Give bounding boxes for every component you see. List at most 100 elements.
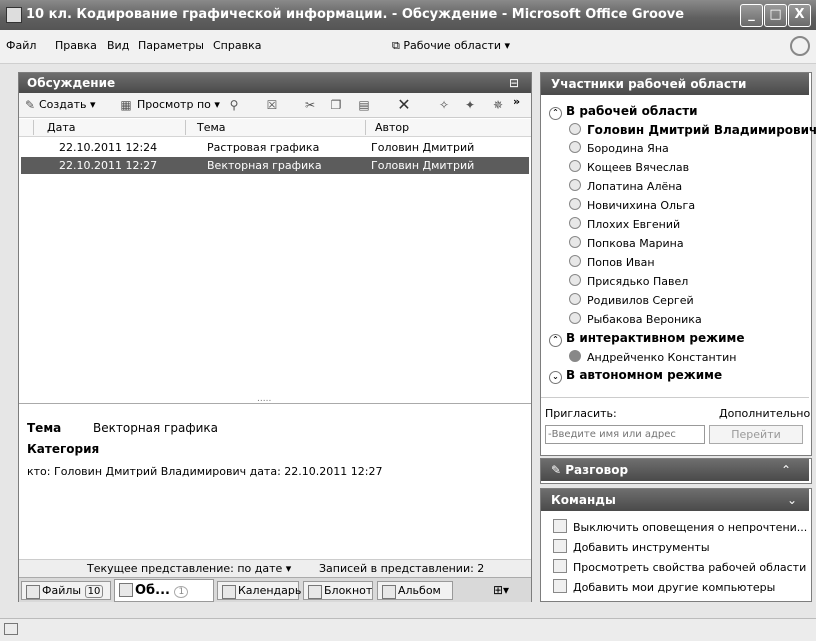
discussion-toolbar: ✎ Создать ▾ ▦ Просмотр по ▾ ⚲ ☒ ✂ ❐ ▤ ✕ … [19,93,531,118]
expand-icon[interactable]: ⌃ [781,463,791,477]
row-author: Головин Дмитрий [371,159,475,172]
mark-read-icon[interactable]: ✧ [437,98,451,112]
member-item[interactable]: Плохих Евгений [569,217,680,231]
status-bar [0,618,816,641]
member-name: Лопатина Алёна [587,180,683,193]
tab-notepad[interactable]: Блокнот [303,581,373,600]
member-item[interactable]: Кощеев Вячеслав [569,160,689,174]
column-topic[interactable]: Тема [197,121,226,134]
paste-icon[interactable]: ▤ [357,98,371,112]
menu-help[interactable]: Справка [213,39,261,52]
discussion-icon [119,583,133,597]
member-item[interactable]: Присядько Павел [569,274,688,288]
column-author[interactable]: Автор [375,121,409,134]
status-icon[interactable] [4,623,18,635]
close-button[interactable]: X [788,4,811,27]
chat-panel: ✎ Разговор ⌃ [540,458,812,484]
menu-file[interactable]: Файл [6,39,36,52]
tab-files[interactable]: Файлы 10 [21,581,111,600]
member-item[interactable]: Родивилов Сергей [569,293,694,307]
invite-input[interactable] [545,425,705,444]
command-label: Выключить оповещения о непрочтени... [573,521,808,534]
pane-splitter[interactable]: ..... [19,394,531,408]
member-item[interactable]: Головин Дмитрий Владимирович [569,123,816,137]
close-search-icon[interactable]: ☒ [265,98,279,112]
member-item[interactable]: Бородина Яна [569,141,669,155]
member-name: Попов Иван [587,256,655,269]
workspaces-icon: ⧉ [392,39,404,52]
member-status-icon [569,274,581,286]
maximize-button[interactable]: □ [764,4,787,27]
command-item[interactable]: Добавить инструменты [553,539,710,554]
member-name: Попкова Марина [587,237,684,250]
member-item[interactable]: Рыбакова Вероника [569,312,702,326]
minimize-button[interactable]: _ [740,4,763,27]
members-panel: Участники рабочей области ⌃ В рабочей обл… [540,72,816,456]
files-icon [26,585,40,599]
tab-calendar-label: Календарь [238,584,302,597]
collapse-icon: ⌃ [549,334,562,347]
next-unread-icon[interactable]: ✵ [491,98,505,112]
splitter-grip: ..... [257,394,272,404]
menu-options[interactable]: Параметры [138,39,204,52]
table-row-selected[interactable]: 22.10.2011 12:27 Векторная графика Голов… [21,157,529,174]
member-online-icon [569,350,581,362]
member-item[interactable]: Попкова Марина [569,236,684,250]
more-link[interactable]: Дополнительно [719,407,810,420]
collapse-icon[interactable]: ⌄ [787,493,797,507]
member-name: Родивилов Сергей [587,294,694,307]
sync-icon[interactable] [790,36,810,56]
member-name: Головин Дмитрий Владимирович [587,123,816,137]
menu-bar: Файл Правка Вид Параметры Справка ⧉ Рабо… [0,30,816,64]
member-status-icon [569,217,581,229]
workspaces-menu[interactable]: ⧉ Рабочие области ▾ [392,39,510,53]
member-name: Плохих Евгений [587,218,681,231]
member-status-icon [569,123,581,135]
invite-label: Пригласить: [545,407,617,420]
add-tools-icon [553,539,567,553]
command-item[interactable]: Просмотреть свойства рабочей области [553,559,806,574]
group-in-workspace-label: В рабочей области [566,104,698,118]
row-topic: Растровая графика [207,141,320,154]
tab-discussion[interactable]: Об... 1 [114,579,214,602]
tab-album[interactable]: Альбом [377,581,453,600]
member-name: Кощеев Вячеслав [587,161,690,174]
members-header: Участники рабочей области [541,73,809,95]
current-view-selector[interactable]: Текущее представление: по дате ▾ [87,562,291,575]
member-item[interactable]: Новичихина Ольга [569,198,695,212]
calendar-icon [222,585,236,599]
delete-icon[interactable]: ✕ [397,97,411,113]
pin-icon[interactable]: ⊟ [509,76,519,90]
group-online[interactable]: ⌃ В интерактивном режиме [549,331,744,347]
member-item[interactable]: Попов Иван [569,255,655,269]
workspaces-label: Рабочие области ▾ [403,39,511,52]
toolbar-more-button[interactable]: » [513,95,520,108]
column-date[interactable]: Дата [47,121,75,134]
chat-header[interactable]: ✎ Разговор ⌃ [541,459,809,481]
group-offline[interactable]: ⌄ В автономном режиме [549,368,722,384]
command-item[interactable]: Выключить оповещения о непрочтени... [553,519,807,534]
find-icon[interactable]: ⚲ [227,98,241,112]
mark-unread-icon[interactable]: ✦ [463,98,477,112]
view-icon: ▦ [120,98,132,112]
create-button[interactable]: Создать ▾ [39,98,96,111]
add-tool-icon[interactable]: ⊞▾ [493,583,509,597]
command-label: Добавить инструменты [573,541,710,554]
records-count: Записей в представлении: 2 [319,562,485,575]
group-in-workspace[interactable]: ⌃ В рабочей области [549,104,698,120]
cut-icon[interactable]: ✂ [303,98,317,112]
copy-icon[interactable]: ❐ [329,98,343,112]
menu-view[interactable]: Вид [107,39,129,52]
member-item[interactable]: Лопатина Алёна [569,179,682,193]
go-button[interactable]: Перейти [709,425,803,444]
commands-header[interactable]: Команды ⌄ [541,489,809,511]
preview-meta: кто: Головин Дмитрий Владимирович дата: … [27,465,383,478]
member-item[interactable]: Андрейченко Константин [569,350,736,364]
command-item[interactable]: Добавить мои другие компьютеры [553,579,775,594]
view-by-button[interactable]: Просмотр по ▾ [137,98,220,111]
properties-icon [553,559,567,573]
tab-calendar[interactable]: Календарь [217,581,302,600]
table-row[interactable]: 22.10.2011 12:24 Растровая графика Голов… [21,139,529,156]
group-offline-label: В автономном режиме [566,368,723,382]
menu-edit[interactable]: Правка [55,39,97,52]
